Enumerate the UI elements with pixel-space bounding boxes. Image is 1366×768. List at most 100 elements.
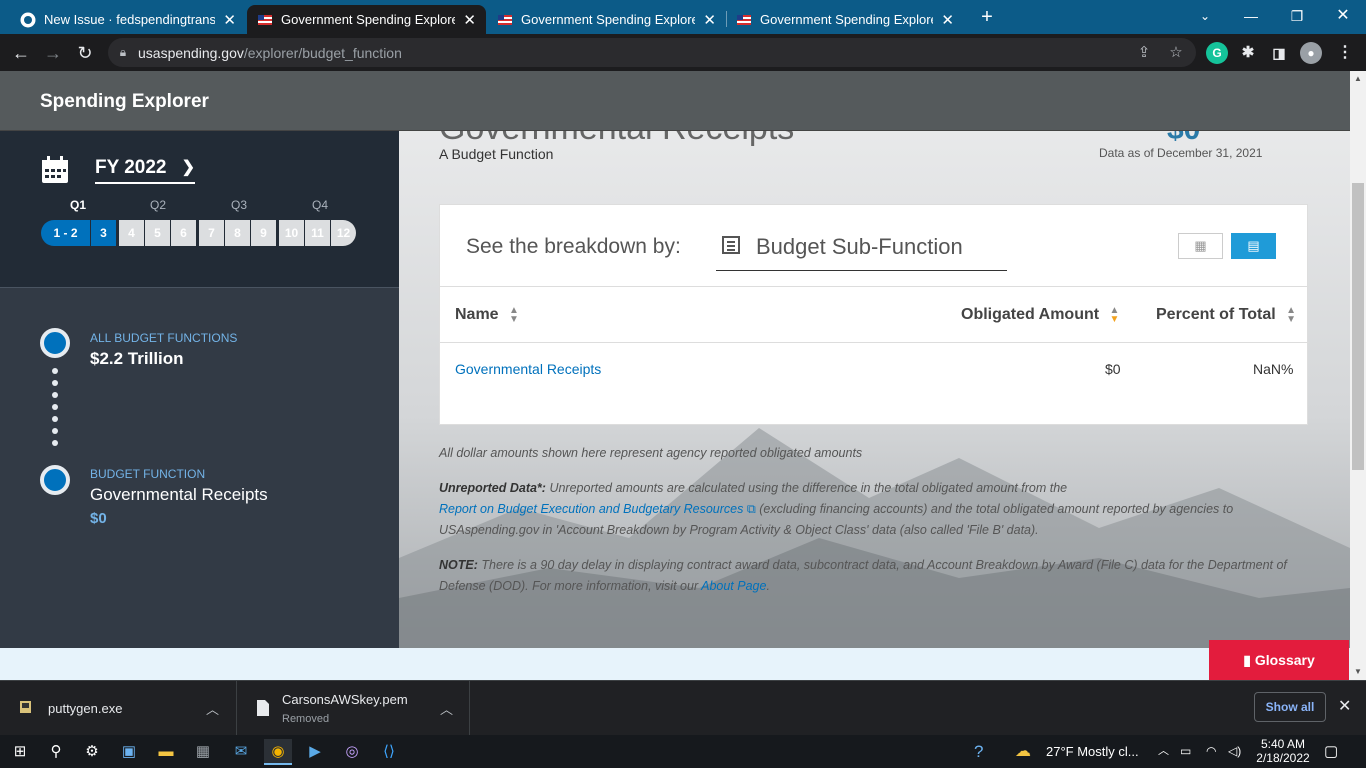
below-fold-section	[0, 648, 1350, 680]
dod-delay-note: NOTE: There is a 90 day delay in display…	[439, 555, 1319, 597]
download-filename: puttygen.exe	[48, 701, 123, 716]
breakdown-card: See the breakdown by: Budget Sub-Functio…	[439, 204, 1309, 425]
search-icon[interactable]: ⚲	[42, 739, 70, 765]
close-icon[interactable]: ✕	[223, 11, 236, 29]
chrome-icon[interactable]: ◉	[264, 739, 292, 765]
quarter-label-q4: Q4	[312, 198, 329, 212]
glossary-button[interactable]: ▮ Glossary	[1209, 640, 1349, 680]
page-title: Spending Explorer	[40, 91, 209, 112]
weather-text[interactable]: 27°F Mostly cl...	[1046, 735, 1139, 768]
vscode-icon[interactable]: ⟨⟩	[375, 739, 403, 765]
table-view-button[interactable]: ▤	[1231, 233, 1276, 259]
clock-date: 2/18/2022	[1256, 751, 1310, 765]
bookmark-star-icon[interactable]: ☆	[1166, 43, 1186, 63]
period-button-1-2[interactable]: 1 - 2	[41, 220, 90, 246]
tray-overflow-chevron-icon[interactable]: ︿	[1158, 735, 1169, 768]
new-tab-button[interactable]: +	[975, 5, 999, 29]
battery-icon[interactable]: ▭	[1180, 735, 1191, 768]
trail-node-budget-function[interactable]	[40, 465, 70, 495]
download-item[interactable]: CarsonsAWSkey.pem Removed ︿	[237, 681, 470, 735]
page-scrollbar[interactable]: ▲ ▼	[1350, 71, 1366, 680]
period-button-10[interactable]: 10	[279, 220, 304, 246]
row-name-link[interactable]: Governmental Receipts	[455, 361, 601, 377]
period-button-5[interactable]: 5	[145, 220, 170, 246]
reload-icon[interactable]: ↻	[72, 40, 98, 66]
breakdown-dropdown[interactable]: Budget Sub-Function	[716, 225, 1007, 271]
period-button-7[interactable]: 7	[199, 220, 224, 246]
wifi-icon[interactable]: ◠	[1206, 735, 1216, 768]
scroll-down-icon[interactable]: ▼	[1350, 664, 1366, 680]
powershell-icon[interactable]: ▶	[301, 739, 329, 765]
calculator-icon[interactable]: ▦	[189, 739, 217, 765]
grammarly-extension-icon[interactable]: G	[1206, 42, 1228, 64]
close-download-shelf-icon[interactable]: ✕	[1338, 696, 1351, 716]
show-all-downloads-button[interactable]: Show all	[1254, 692, 1326, 722]
file-explorer-icon[interactable]: ▬	[152, 739, 180, 765]
period-button-8[interactable]: 8	[225, 220, 250, 246]
note-label: NOTE:	[439, 558, 478, 572]
github-desktop-icon[interactable]: ◎	[338, 739, 366, 765]
tab-spending-explorer-active[interactable]: Government Spending Explorer | ✕	[247, 5, 486, 34]
putty-file-icon	[20, 701, 31, 713]
sort-icon[interactable]: ▲ ▼	[1110, 306, 1120, 325]
profile-avatar[interactable]: ●	[1300, 42, 1322, 64]
chevron-down-icon: ❯	[181, 159, 195, 176]
restore-button[interactable]: ❐	[1274, 0, 1320, 34]
chevron-up-icon[interactable]: ︿	[206, 699, 219, 718]
period-button-3[interactable]: 3	[91, 220, 116, 246]
volume-icon[interactable]: ◁)	[1228, 735, 1241, 768]
mail-icon[interactable]: ✉	[227, 739, 255, 765]
help-icon[interactable]: ?	[974, 735, 983, 768]
row-percent-of-total: NaN%	[1253, 361, 1294, 377]
column-header-name[interactable]: Name ▲ ▼	[455, 306, 519, 325]
period-button-11[interactable]: 11	[305, 220, 330, 246]
control-panel-icon[interactable]: ▣	[115, 739, 143, 765]
back-arrow-icon[interactable]: ←	[8, 40, 34, 66]
period-button-4[interactable]: 4	[119, 220, 144, 246]
close-icon[interactable]: ✕	[703, 11, 716, 29]
notification-center-icon[interactable]: ▢	[1324, 735, 1338, 768]
download-status: Removed	[282, 713, 330, 725]
visualization-view-button[interactable]: ▦	[1178, 233, 1223, 259]
windows-start-icon[interactable]: ⊞	[6, 739, 34, 765]
tab-github-issue[interactable]: New Issue · fedspendingtranspar ✕	[10, 5, 246, 34]
extensions-puzzle-icon[interactable]: ✱	[1237, 42, 1259, 64]
period-button-12[interactable]: 12	[331, 220, 356, 246]
tab-spending-explorer-2[interactable]: Government Spending Explorer | ✕	[487, 5, 726, 34]
system-clock[interactable]: 5:40 AM 2/18/2022	[1248, 737, 1318, 765]
column-header-obligated-amount[interactable]: Obligated Amount ▲ ▼	[961, 306, 1120, 325]
period-button-6[interactable]: 6	[171, 220, 196, 246]
report-budget-execution-link[interactable]: Report on Budget Execution and Budgetary…	[439, 502, 743, 516]
usaspending-flag-icon	[737, 14, 751, 25]
chevron-up-icon[interactable]: ︿	[440, 699, 453, 718]
explorer-header: Spending Explorer	[0, 71, 1350, 131]
share-icon[interactable]: ⇪	[1134, 43, 1154, 63]
note-end: .	[766, 579, 770, 593]
scroll-up-icon[interactable]: ▲	[1350, 71, 1366, 87]
minimize-button[interactable]: —	[1228, 0, 1274, 34]
tab-search-icon[interactable]: ⌄	[1182, 0, 1228, 34]
scrollbar-thumb[interactable]	[1352, 183, 1364, 470]
trail-level-type[interactable]: All Budget Functions	[90, 331, 237, 345]
close-icon[interactable]: ✕	[463, 11, 476, 29]
external-link-icon: ⧉	[746, 502, 756, 516]
download-item[interactable]: puttygen.exe ︿	[0, 681, 237, 735]
column-header-label: Name	[455, 306, 499, 324]
settings-gear-icon[interactable]: ⚙	[78, 739, 106, 765]
menu-kebab-icon[interactable]: ⋮	[1334, 42, 1356, 64]
sort-icon[interactable]: ▲ ▼	[1286, 306, 1296, 325]
window-close-button[interactable]: ✕	[1320, 0, 1366, 34]
forward-arrow-icon[interactable]: →	[40, 40, 66, 66]
weather-cloud-icon[interactable]: ☁	[1015, 735, 1031, 768]
tab-title: Government Spending Explorer |	[281, 12, 456, 27]
period-button-9[interactable]: 9	[251, 220, 276, 246]
sort-icon[interactable]: ▲ ▼	[509, 306, 519, 325]
close-icon[interactable]: ✕	[941, 11, 954, 29]
about-page-link[interactable]: About Page	[701, 579, 766, 593]
address-bar[interactable]: 🔒︎ usaspending.gov /explorer/budget_func…	[108, 38, 1196, 67]
column-header-percent-of-total[interactable]: Percent of Total ▲ ▼	[1156, 306, 1296, 325]
trail-node-all-budget-functions[interactable]	[40, 328, 70, 358]
fiscal-year-dropdown[interactable]: FY 2022 ❯	[95, 157, 195, 184]
tab-spending-explorer-3[interactable]: Government Spending Explorer | ✕	[726, 5, 964, 34]
side-panel-icon[interactable]: ◨	[1268, 42, 1290, 64]
